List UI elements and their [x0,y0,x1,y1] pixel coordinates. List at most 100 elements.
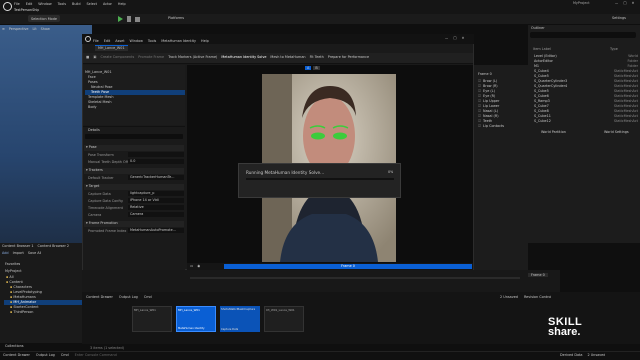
video-icon[interactable]: ▭ [190,264,193,268]
outliner-search[interactable] [530,32,636,38]
checkbox-icon[interactable]: ☑ [478,114,481,118]
stop-icon[interactable] [135,16,140,22]
level-viewport[interactable] [0,25,92,243]
track-markers-button[interactable]: Track Markers (Active Frame) [168,55,217,59]
checkbox-icon[interactable]: ☑ [478,94,481,98]
checkbox-icon[interactable]: ☑ [478,79,481,83]
create-components-button[interactable]: Create Components [100,55,134,59]
status-content-drawer[interactable]: Content Drawer [3,353,30,357]
world-partition-tab[interactable]: World Partition [541,130,566,134]
favorites-header[interactable]: Favorites [5,262,20,266]
unsaved-indicator[interactable]: 2 Unsaved [500,295,518,299]
asset-tile-capture[interactable]: ShotsStaticMeshCapture Capture Data [220,306,260,332]
menu-build[interactable]: Build [72,2,81,6]
identity-solve-button[interactable]: MetaHuman Identity Solve [221,55,266,59]
checkbox-icon[interactable]: ☑ [478,99,481,103]
folder-item[interactable]: ▪ ThirdPerson [4,310,82,315]
menu-actor[interactable]: Actor [103,2,112,6]
menu-file[interactable]: File [14,2,20,6]
checkbox-icon[interactable]: ☑ [478,109,481,113]
asset-tab[interactable]: MH_Lance_W01 [95,45,128,51]
view-b-button[interactable]: B [313,66,320,70]
menu-tools[interactable]: Tools [58,2,66,6]
asset-menu-file[interactable]: File [93,39,99,43]
details-row-value[interactable]: 0.0 [128,159,184,164]
menu-help[interactable]: Help [118,2,126,6]
camera-icon[interactable]: ◉ [197,264,200,268]
checkbox-icon[interactable]: ☑ [478,119,481,123]
add-button[interactable]: Add [2,251,9,255]
revision-control-button[interactable]: Revision Control [524,295,552,299]
asset-menu-help[interactable]: Help [201,39,209,43]
frame-list-item[interactable]: ☑ Lip Contacts [478,123,528,128]
outliner-row[interactable]: S_Cube12 StaticMeshAct [534,118,638,123]
perspective-button[interactable]: Perspective [9,27,29,31]
level-tab[interactable]: TestPersonShip [14,8,39,12]
maximize-icon[interactable]: □ [623,1,626,5]
asset-tile[interactable]: MH_Lance_W01 [132,306,172,332]
outliner-col-label[interactable]: Item Label [533,47,551,51]
save-all-button[interactable]: Save All [28,251,42,255]
details-row-value[interactable]: Relative [128,205,184,210]
content-browser-tab-2[interactable]: Content Browser 2 [38,244,70,248]
mesh-to-metahuman-button[interactable]: Mesh to MetaHuman [270,55,305,59]
frame-list-header[interactable]: Frame 0 [478,72,492,76]
browse-icon[interactable]: ▣ [93,55,96,59]
status-output-log[interactable]: Output Log [36,353,55,357]
details-row-value[interactable]: GenericTrackerHumanTe... [128,175,184,180]
sequencer-timeline[interactable] [190,277,520,279]
menu-select[interactable]: Select [87,2,97,6]
checkbox-icon[interactable]: ☑ [478,124,481,128]
minimize-icon[interactable]: — [615,1,618,5]
checkbox-icon[interactable]: ☑ [478,104,481,108]
details-search[interactable] [85,134,183,139]
checkbox-icon[interactable]: ☑ [478,89,481,93]
asset-menu-asset[interactable]: Asset [115,39,124,43]
details-row-value[interactable]: iPhone 14 or Vidi [128,198,184,203]
import-button[interactable]: Import [13,251,24,255]
details-row-value[interactable]: Camera [128,212,184,217]
asset-tile-selected[interactable]: MH_Lance_W01 MetaHuman Identity [176,306,216,332]
asset-menu-window[interactable]: Window [130,39,143,43]
status-unsaved[interactable]: 2 Unsaved [587,353,605,357]
asset-minimize-icon[interactable]: — [445,36,448,40]
output-log-tab[interactable]: Output Log [119,295,138,299]
view-a-button[interactable]: A [305,66,312,70]
content-drawer-tab[interactable]: Content Drawer [86,295,113,299]
unreal-logo-icon[interactable] [3,2,12,11]
checkbox-icon[interactable]: ☑ [478,84,481,88]
tree-item[interactable]: Body [85,105,185,110]
menu-edit[interactable]: Edit [26,2,33,6]
asset-menu-identity[interactable]: MetaHuman Identity [161,39,196,43]
step-icon[interactable] [127,16,131,22]
collections-header[interactable]: Collections [5,344,24,348]
content-browser-tab-1[interactable]: Content Browser 1 [2,244,34,248]
sequencer-frame-display[interactable]: Frame 0 [528,273,548,277]
hamburger-icon[interactable]: ≡ [2,27,5,31]
asset-maximize-icon[interactable]: □ [453,36,456,40]
asset-close-icon[interactable]: ✕ [462,36,465,40]
lit-button[interactable]: Lit [32,27,36,31]
settings-button[interactable]: Settings [612,16,626,20]
asset-menu-edit[interactable]: Edit [104,39,111,43]
details-row-value[interactable]: MetaHumanAutoPromote... [128,228,184,233]
save-icon[interactable]: ■ [86,55,89,59]
prepare-performance-button[interactable]: Prepare for Performance [328,55,369,59]
world-settings-tab[interactable]: World Settings [604,130,629,134]
platforms-button[interactable]: Platforms [168,16,184,20]
console-input[interactable]: Enter Console Command [75,353,117,357]
details-row-value[interactable]: lightcapture_p [128,191,184,196]
asset-tile-third[interactable]: 03_W01_Lance_W01 [264,306,304,332]
project-header[interactable]: MyProject [5,269,22,273]
asset-menu-tools[interactable]: Tools [148,39,156,43]
promote-frame-button[interactable]: Promote Frame [138,55,164,59]
derived-data[interactable]: Derived Data [560,353,582,357]
status-cmd[interactable]: Cmd [61,353,69,357]
close-icon[interactable]: ✕ [632,1,635,5]
cmd-tab[interactable]: Cmd [144,295,152,299]
play-icon[interactable] [118,16,123,22]
details-row-value[interactable] [128,152,184,157]
menu-window[interactable]: Window [38,2,51,6]
fit-teeth-button[interactable]: Fit Teeth [310,55,324,59]
selection-mode-button[interactable]: Selection Mode [28,15,60,22]
